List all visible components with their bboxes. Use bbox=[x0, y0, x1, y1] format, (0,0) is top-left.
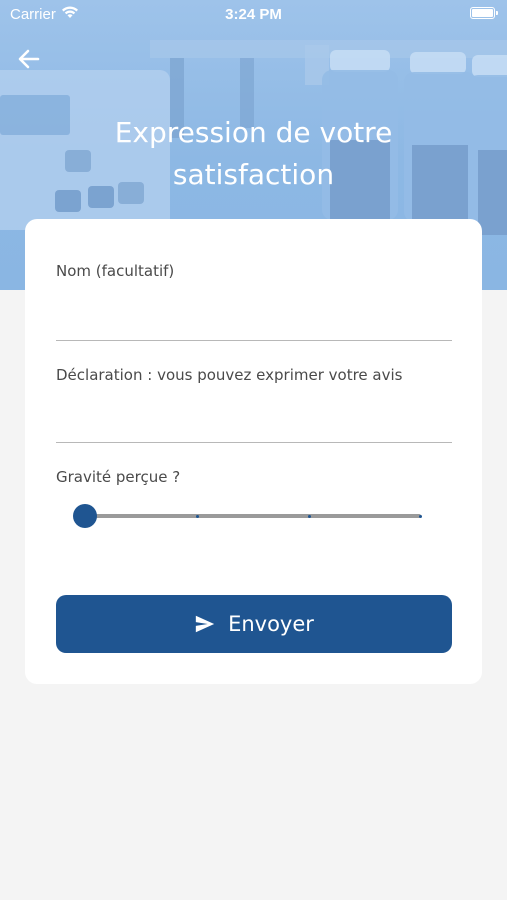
name-input[interactable] bbox=[56, 309, 452, 341]
send-button[interactable]: Envoyer bbox=[56, 595, 452, 653]
paper-plane-icon bbox=[195, 615, 215, 633]
clock: 3:24 PM bbox=[225, 6, 282, 23]
status-bar: Carrier 3:24 PM bbox=[0, 0, 507, 28]
name-field-label: Nom (facultatif) bbox=[56, 262, 175, 280]
battery-icon bbox=[470, 7, 498, 19]
declaration-field-label: Déclaration : vous pouvez exprimer votre… bbox=[56, 366, 403, 384]
page-title: Expression de votre satisfaction bbox=[114, 116, 393, 191]
slider-tick bbox=[196, 515, 199, 518]
arrow-left-icon bbox=[18, 49, 40, 69]
severity-field-label: Gravité perçue ? bbox=[56, 468, 181, 486]
declaration-input[interactable] bbox=[56, 411, 452, 443]
send-button-label: Envoyer bbox=[228, 612, 314, 636]
slider-tick bbox=[308, 515, 311, 518]
slider-thumb[interactable] bbox=[73, 504, 97, 528]
back-button[interactable] bbox=[14, 44, 44, 74]
feedback-form-card: Nom (facultatif) Déclaration : vous pouv… bbox=[25, 219, 482, 684]
slider-track[interactable] bbox=[85, 514, 421, 518]
slider-tick bbox=[419, 515, 422, 518]
